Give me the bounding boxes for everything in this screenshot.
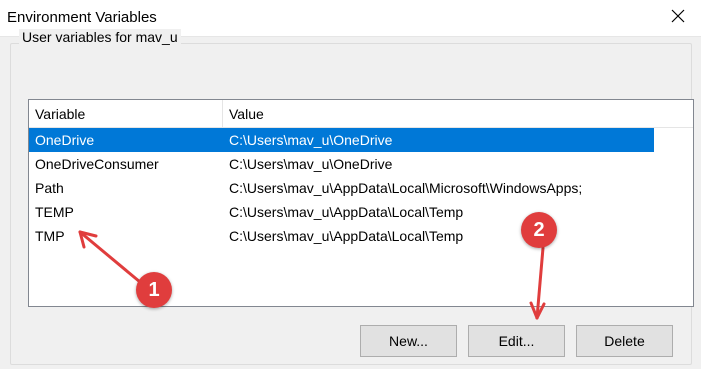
annotation-arrows bbox=[78, 230, 546, 320]
annotation-arrow-1 bbox=[78, 230, 142, 284]
annotation-badge-2: 2 bbox=[521, 212, 557, 248]
annotation-badge-1: 1 bbox=[136, 272, 172, 308]
annotation-arrow-2 bbox=[529, 246, 546, 320]
